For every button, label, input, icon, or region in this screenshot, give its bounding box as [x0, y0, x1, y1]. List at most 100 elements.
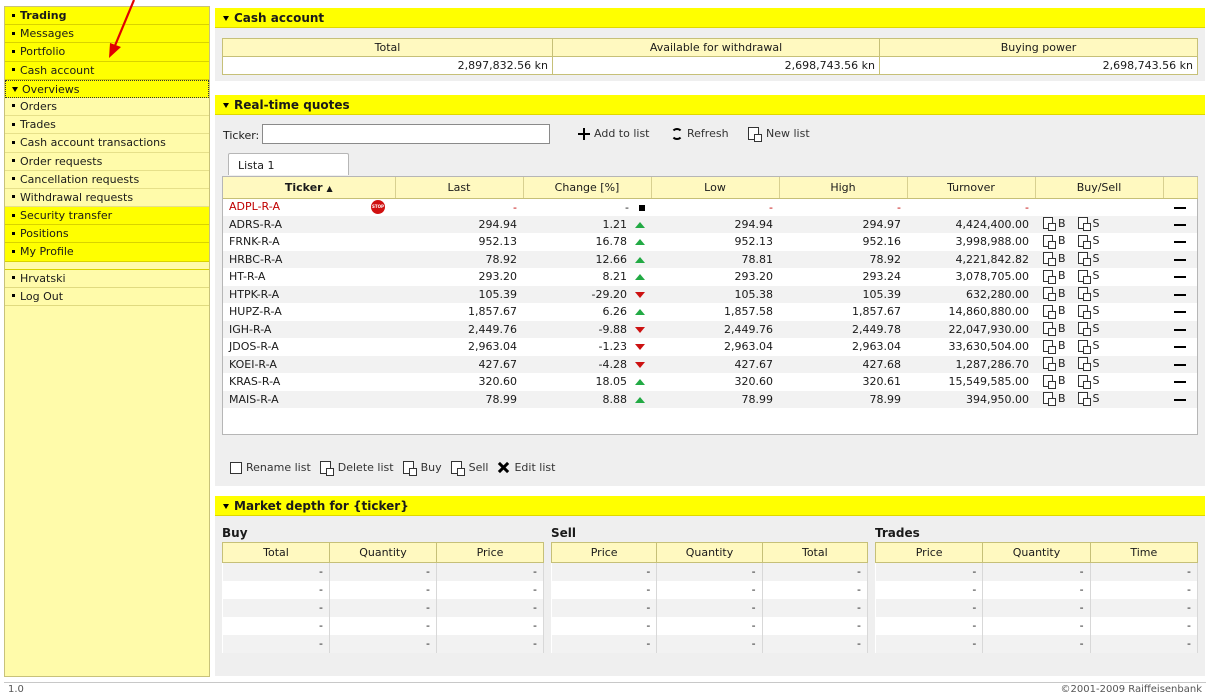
sell-button[interactable]: Sell	[450, 461, 488, 476]
quotes-header[interactable]: Real-time quotes	[215, 95, 1205, 115]
nav-trading[interactable]: Trading	[5, 7, 209, 26]
sell-order-button[interactable]: S	[1077, 287, 1100, 301]
edit-list-button[interactable]: Edit list	[497, 461, 555, 474]
ticker-cell[interactable]: JDOS-R-A	[223, 338, 395, 356]
col-header-last[interactable]: Last	[395, 177, 524, 199]
buy-order-button[interactable]: B	[1043, 339, 1066, 354]
col-header-change[interactable]: Change [%]	[523, 177, 652, 199]
buy-button[interactable]: Buy	[402, 461, 442, 476]
nav-portfolio[interactable]: Portfolio	[5, 43, 209, 62]
nav-security-transfer[interactable]: Security transfer	[5, 207, 209, 226]
buy-order-button[interactable]: B	[1043, 217, 1066, 231]
remove-row-icon[interactable]	[1174, 381, 1186, 384]
buy-sell-cell: BS	[1035, 373, 1163, 391]
nav-trades[interactable]: Trades	[5, 116, 209, 135]
depth-cell: -	[436, 562, 544, 581]
nav-withdrawal-requests[interactable]: Withdrawal requests	[5, 188, 209, 208]
nav-orders[interactable]: Orders	[5, 97, 209, 117]
remove-row-icon[interactable]	[1174, 293, 1186, 296]
nav-positions[interactable]: Positions	[5, 225, 209, 244]
buy-order-button[interactable]: B	[1043, 234, 1066, 249]
ticker-cell[interactable]: HTPK-R-A	[223, 285, 395, 303]
add-to-list-button[interactable]: Add to list	[578, 127, 650, 140]
nav-messages[interactable]: Messages	[5, 25, 209, 44]
ticker-cell[interactable]: KOEI-R-A	[223, 355, 395, 373]
remove-row-icon[interactable]	[1174, 311, 1186, 314]
table-row[interactable]: JDOS-R-A 2,963.04 -1.23 2,963.04 2,963.04 33,…	[223, 338, 1197, 356]
nav-logout[interactable]: Log Out	[5, 287, 209, 306]
ticker-cell[interactable]: IGH-R-A	[223, 320, 395, 338]
remove-row-icon[interactable]	[1174, 241, 1186, 244]
col-header-low[interactable]: Low	[651, 177, 780, 199]
ticker-cell[interactable]: ADPL-R-A STOP	[223, 198, 395, 216]
nav-language[interactable]: Hrvatski	[5, 269, 209, 288]
buy-order-button[interactable]: B	[1043, 304, 1066, 319]
nav-cash-account[interactable]: Cash account	[5, 61, 209, 80]
remove-row-icon[interactable]	[1174, 328, 1186, 331]
remove-row-icon[interactable]	[1174, 223, 1186, 226]
nav-order-requests[interactable]: Order requests	[5, 152, 209, 171]
remove-row-icon[interactable]	[1174, 363, 1186, 366]
ticker-cell[interactable]: HUPZ-R-A	[223, 303, 395, 321]
nav-cancellation-requests[interactable]: Cancellation requests	[5, 170, 209, 189]
table-row[interactable]: HRBC-R-A 78.92 12.66 78.81 78.92 4,221,842.82…	[223, 250, 1197, 268]
col-header-high[interactable]: High	[779, 177, 908, 199]
buy-order-button[interactable]: B	[1043, 374, 1066, 389]
buy-order-button[interactable]: B	[1043, 252, 1066, 266]
col-header-turnover[interactable]: Turnover	[907, 177, 1036, 199]
ticker-cell[interactable]: KRAS-R-A	[223, 373, 395, 391]
nav-my-profile[interactable]: My Profile	[5, 243, 209, 262]
remove-row-icon[interactable]	[1174, 398, 1186, 401]
sell-order-button[interactable]: S	[1077, 252, 1100, 266]
table-row[interactable]: ADRS-R-A 294.94 1.21 294.94 294.97 4,424,400.…	[223, 215, 1197, 233]
col-header-ticker[interactable]: Ticker ▲	[223, 177, 396, 199]
tab-lista-1[interactable]: Lista 1	[228, 153, 349, 175]
depth-cell: -	[551, 562, 658, 581]
sell-order-button[interactable]: S	[1077, 217, 1100, 231]
table-row[interactable]: MAIS-R-A 78.99 8.88 78.99 78.99 394,950.00 B S	[223, 390, 1197, 408]
turnover-cell: 4,221,842.82	[907, 250, 1035, 268]
buy-order-button[interactable]: B	[1043, 392, 1066, 406]
ticker-input[interactable]	[262, 124, 550, 144]
remove-row-icon[interactable]	[1174, 258, 1186, 261]
table-row[interactable]: HT-R-A 293.20 8.21 293.20 293.24 3,078,705.00…	[223, 268, 1197, 286]
rename-list-button[interactable]: Rename list	[230, 461, 311, 474]
ticker-cell[interactable]: MAIS-R-A	[223, 390, 395, 408]
ticker-cell[interactable]: ADRS-R-A	[223, 215, 395, 233]
buy-order-button[interactable]: B	[1043, 269, 1066, 284]
remove-row-icon[interactable]	[1174, 276, 1186, 279]
remove-row-icon[interactable]	[1174, 346, 1186, 349]
sell-order-button[interactable]: S	[1077, 374, 1100, 389]
table-row[interactable]: FRNK-R-A 952.13 16.78 952.13 952.16 3,998,988…	[223, 233, 1197, 251]
sell-order-button[interactable]: S	[1077, 269, 1100, 284]
arrow-up-icon	[635, 221, 645, 228]
nav-cash-account-transactions[interactable]: Cash account transactions	[5, 134, 209, 153]
refresh-button[interactable]: Refresh	[671, 127, 729, 140]
market-depth-header[interactable]: Market depth for {ticker}	[215, 496, 1205, 516]
buy-order-button[interactable]: B	[1043, 287, 1066, 301]
sell-order-button[interactable]: S	[1077, 339, 1100, 354]
table-row[interactable]: HTPK-R-A 105.39 -29.20 105.38 105.39 632,280.…	[223, 285, 1197, 303]
buy-label: B	[1058, 339, 1066, 352]
remove-cell	[1163, 373, 1197, 391]
sell-order-button[interactable]: S	[1077, 392, 1100, 406]
table-row[interactable]: ADPL-R-A STOP - - - - -	[223, 198, 1197, 216]
ticker-cell[interactable]: HRBC-R-A	[223, 250, 395, 268]
sell-order-button[interactable]: S	[1077, 234, 1100, 249]
cash-account-header[interactable]: Cash account	[215, 8, 1205, 28]
delete-list-button[interactable]: Delete list	[319, 461, 394, 476]
table-row[interactable]: IGH-R-A 2,449.76 -9.88 2,449.76 2,449.78 22,0…	[223, 320, 1197, 338]
remove-row-icon[interactable]	[1174, 206, 1186, 209]
buy-order-button[interactable]: B	[1043, 322, 1066, 336]
ticker-cell[interactable]: FRNK-R-A	[223, 233, 395, 251]
sell-order-button[interactable]: S	[1077, 357, 1100, 371]
nav-overviews[interactable]: Overviews	[5, 79, 209, 98]
sell-order-button[interactable]: S	[1077, 304, 1100, 319]
sell-order-button[interactable]: S	[1077, 322, 1100, 336]
new-list-button[interactable]: New list	[748, 127, 810, 142]
table-row[interactable]: HUPZ-R-A 1,857.67 6.26 1,857.58 1,857.67 14,8…	[223, 303, 1197, 321]
table-row[interactable]: KRAS-R-A 320.60 18.05 320.60 320.61 15,549,58…	[223, 373, 1197, 391]
table-row[interactable]: KOEI-R-A 427.67 -4.28 427.67 427.68 1,287,286…	[223, 355, 1197, 373]
buy-order-button[interactable]: B	[1043, 357, 1066, 371]
ticker-cell[interactable]: HT-R-A	[223, 268, 395, 286]
